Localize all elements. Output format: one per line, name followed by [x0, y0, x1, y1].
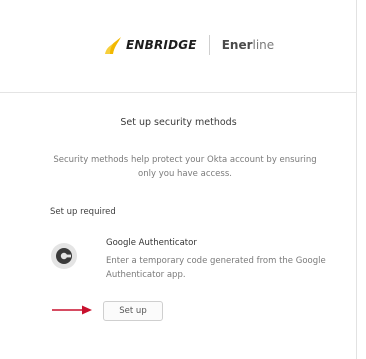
logo: ENBRIDGE Enerline: [104, 33, 274, 57]
logo-divider: [208, 35, 210, 55]
page-title: Set up security methods: [120, 117, 237, 128]
signin-card: ENBRIDGE Enerline Set up security method…: [0, 0, 357, 359]
setup-button[interactable]: Set up: [103, 301, 163, 321]
enerline-light: line: [252, 38, 275, 52]
enerline-wordmark: Enerline: [222, 38, 274, 52]
enbridge-flame-icon: [104, 34, 124, 56]
authenticator-description: Enter a temporary code generated from th…: [106, 256, 326, 280]
card-header: ENBRIDGE Enerline: [0, 0, 357, 93]
authenticator-title: Google Authenticator: [106, 238, 197, 248]
red-arrow-icon: [52, 305, 92, 315]
enbridge-wordmark: ENBRIDGE: [126, 38, 197, 52]
google-authenticator-icon: [51, 243, 77, 269]
setup-required-label: Set up required: [50, 207, 116, 217]
page-description: Security methods help protect your Okta …: [53, 155, 317, 179]
enerline-bold: Ener: [221, 38, 253, 52]
